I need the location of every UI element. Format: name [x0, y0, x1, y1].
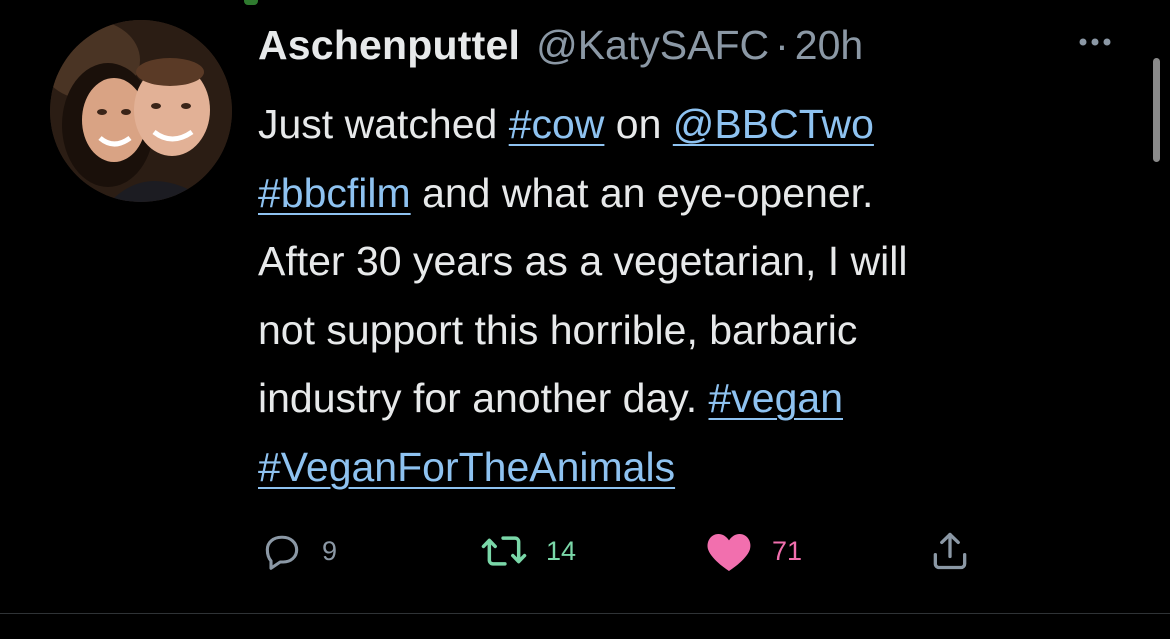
- heart-icon: [707, 534, 751, 571]
- tweet-text: Just watched #cow on @BBCTwo #bbcfilm and…: [258, 90, 1138, 501]
- share-button[interactable]: [928, 526, 972, 576]
- share-icon: [933, 532, 967, 570]
- hashtag-link[interactable]: #VeganForTheAnimals: [258, 444, 675, 490]
- tweet-text-line: #VeganForTheAnimals: [258, 433, 1138, 502]
- tweet-text-line: not support this horrible, barbaric: [258, 296, 1138, 365]
- reply-count: 9: [322, 535, 338, 566]
- like-button[interactable]: 71: [704, 526, 802, 576]
- action-bar: 9 14 71: [0, 526, 1170, 576]
- display-name[interactable]: Aschenputtel: [258, 22, 520, 69]
- timestamp[interactable]: 20h: [795, 22, 863, 69]
- retweet-button[interactable]: 14: [480, 526, 576, 576]
- avatar[interactable]: [50, 20, 232, 202]
- avatar-photo: [50, 20, 232, 202]
- tweet-text-line: Just watched #cow on @BBCTwo: [258, 90, 1138, 159]
- tweet-text-line: industry for another day. #vegan: [258, 364, 1138, 433]
- tweet-text-segment: After 30 years as a vegetarian, I will: [258, 238, 908, 284]
- retweet-icon: [481, 536, 527, 566]
- tweet-header: Aschenputtel @KatySAFC · 20h: [258, 22, 863, 72]
- divider: [0, 613, 1170, 614]
- reply-button[interactable]: 9: [260, 526, 337, 576]
- hashtag-link[interactable]: #cow: [509, 101, 605, 147]
- user-handle[interactable]: @KatySAFC: [536, 22, 769, 69]
- tweet-text-segment: Just watched: [258, 101, 509, 147]
- hashtag-link[interactable]: #bbcfilm: [258, 170, 411, 216]
- more-options-button[interactable]: [1070, 22, 1120, 62]
- like-count: 71: [772, 535, 803, 566]
- scrollbar[interactable]: [1153, 58, 1160, 162]
- separator-dot: ·: [775, 22, 789, 68]
- retweet-count: 14: [546, 535, 577, 566]
- tweet-text-line: #bbcfilm and what an eye-opener.: [258, 159, 1138, 228]
- tweet-text-segment: on: [604, 101, 673, 147]
- thread-connector-line: [244, 0, 258, 5]
- tweet-text-line: After 30 years as a vegetarian, I will: [258, 227, 1138, 296]
- tweet-text-segment: industry for another day.: [258, 375, 709, 421]
- hashtag-link[interactable]: #vegan: [708, 375, 843, 421]
- tweet-text-segment: and what an eye-opener.: [410, 169, 874, 216]
- tweet-text-segment: not support this horrible, barbaric: [258, 306, 858, 353]
- more-horizontal-icon: [1079, 38, 1111, 46]
- reply-bubble-icon: [265, 535, 299, 570]
- mention-link[interactable]: @BBCTwo: [673, 101, 874, 147]
